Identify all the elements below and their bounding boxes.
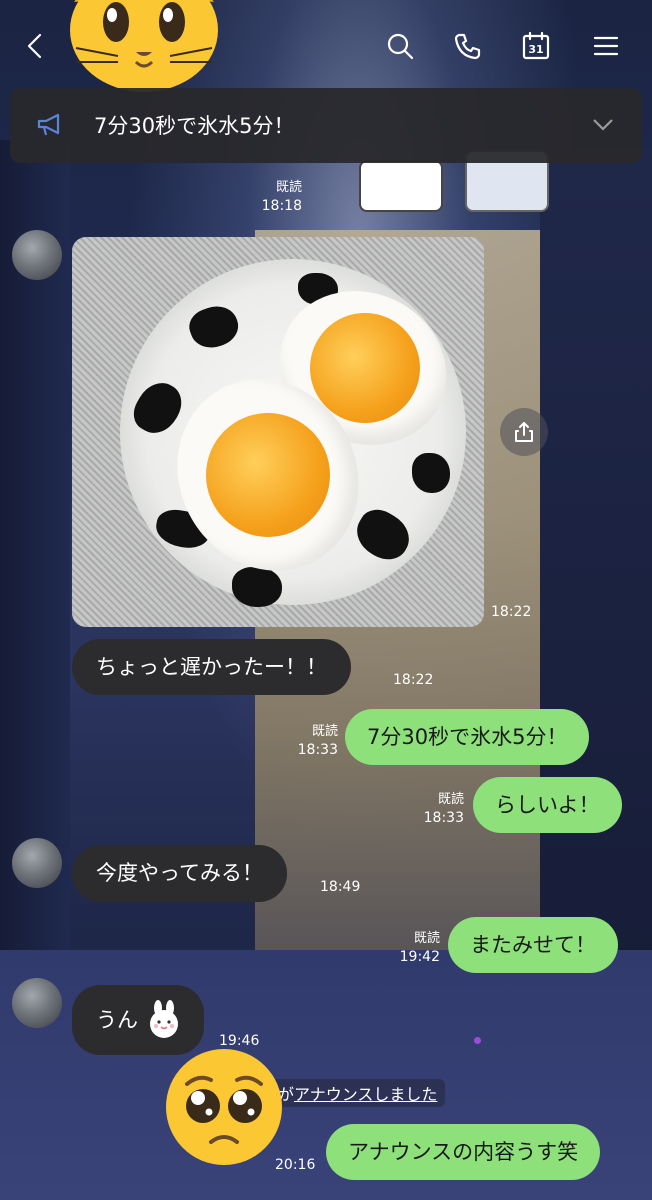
message-time: 18:33 bbox=[297, 741, 338, 758]
search-icon bbox=[387, 33, 414, 60]
message-bubble[interactable]: またみせて！ bbox=[448, 917, 618, 973]
message-time: 18:18 bbox=[261, 197, 302, 214]
back-button[interactable] bbox=[18, 28, 54, 64]
search-button[interactable] bbox=[382, 28, 418, 64]
announcement-text: 7分30秒で氷水5分！ bbox=[94, 114, 295, 138]
message-time: 20:16 bbox=[275, 1157, 316, 1173]
message-time: 18:22 bbox=[491, 604, 532, 620]
announcement-banner[interactable]: 7分30秒で氷水5分！ bbox=[10, 88, 642, 163]
message-bubble[interactable]: アナウンスの内容うす笑 bbox=[326, 1124, 601, 1180]
chevron-left-icon bbox=[27, 33, 42, 59]
message-meta: 既読 18:33 bbox=[290, 724, 338, 759]
svg-text:31: 31 bbox=[528, 43, 543, 56]
calendar-button[interactable]: 31 bbox=[518, 28, 554, 64]
message-text: ちょっと遅かったー！！ bbox=[96, 654, 327, 679]
message-meta: 既読 18:18 bbox=[258, 180, 302, 215]
message-meta: 既読 19:42 bbox=[392, 931, 440, 966]
menu-button[interactable] bbox=[588, 28, 624, 64]
share-icon bbox=[515, 422, 533, 442]
message-text: またみせて！ bbox=[470, 932, 596, 957]
photo-cat-pattern bbox=[412, 453, 450, 493]
photo-yolk bbox=[310, 313, 420, 423]
read-receipt: 既読 bbox=[311, 724, 338, 739]
call-button[interactable] bbox=[450, 28, 486, 64]
avatar[interactable] bbox=[12, 838, 62, 888]
megaphone-icon bbox=[37, 113, 60, 136]
photo-cat-pattern bbox=[232, 567, 282, 607]
message-time: 19:42 bbox=[399, 948, 440, 965]
menu-icon bbox=[593, 36, 619, 56]
avatar[interactable] bbox=[12, 978, 62, 1028]
calendar-icon: 31 bbox=[522, 31, 550, 60]
message-text: アナウンスの内容うす笑 bbox=[348, 1139, 579, 1164]
message-bubble[interactable]: らしいよ！ bbox=[473, 777, 622, 833]
read-receipt: 既読 bbox=[413, 931, 440, 946]
system-notice: がアナウンスしました bbox=[270, 1079, 446, 1107]
phone-icon bbox=[454, 33, 481, 60]
share-button[interactable] bbox=[500, 408, 548, 456]
announcement-link[interactable]: アナウンスしました bbox=[294, 1085, 437, 1104]
cat-face-emoji bbox=[66, 0, 222, 100]
pleading-face-emoji bbox=[163, 1046, 285, 1168]
read-receipt: 既読 bbox=[437, 792, 464, 807]
message-time: 18:22 bbox=[393, 672, 434, 688]
message-bubble[interactable]: ちょっと遅かったー！！ bbox=[72, 639, 351, 695]
message-text: 今度やってみる！ bbox=[96, 861, 263, 885]
message-bubble[interactable]: 今度やってみる！ bbox=[72, 845, 287, 902]
message-text: 7分30秒で氷水5分！ bbox=[367, 724, 568, 749]
message-bubble[interactable]: 7分30秒で氷水5分！ bbox=[345, 709, 590, 765]
read-receipt: 既読 bbox=[275, 180, 302, 195]
message-time: 18:49 bbox=[320, 879, 361, 895]
message-meta: 既読 18:33 bbox=[416, 792, 464, 827]
unread-dot bbox=[474, 1037, 481, 1044]
message-time: 18:33 bbox=[423, 809, 464, 826]
avatar[interactable] bbox=[12, 230, 62, 280]
background-building bbox=[540, 150, 652, 1050]
rabbit-emoji bbox=[144, 1000, 184, 1040]
photo-message[interactable] bbox=[72, 237, 484, 627]
photo-yolk bbox=[206, 413, 330, 537]
message-bubble[interactable]: うん bbox=[72, 985, 204, 1055]
chevron-down-icon[interactable] bbox=[592, 118, 614, 132]
message-text: らしいよ！ bbox=[495, 792, 600, 817]
message-text: うん bbox=[96, 1007, 138, 1032]
